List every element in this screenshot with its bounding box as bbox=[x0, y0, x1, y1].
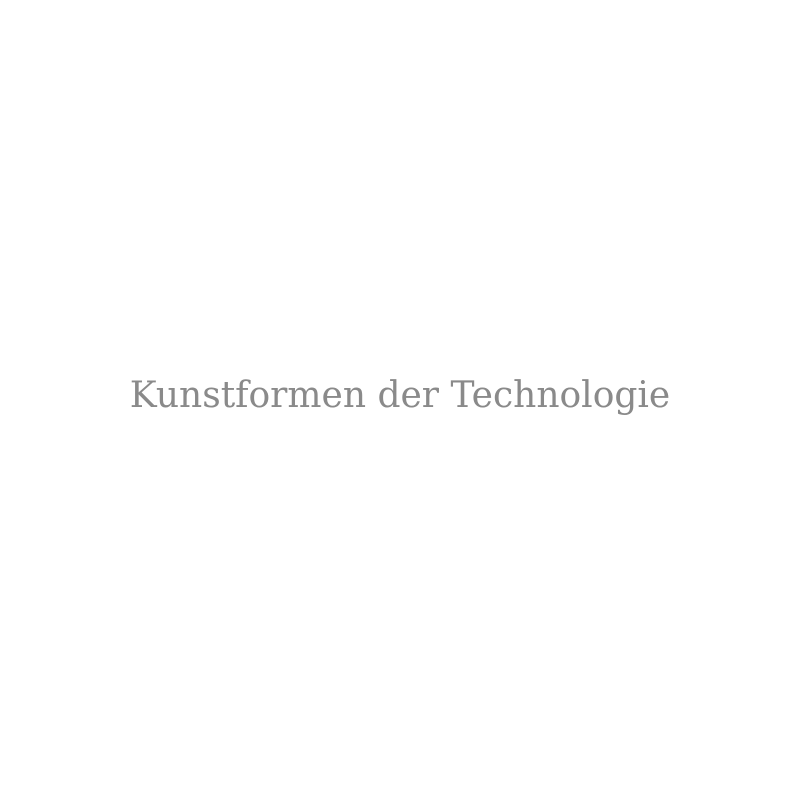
page-title: Kunstformen der Technologie bbox=[129, 375, 671, 416]
blank-canvas: Kunstformen der Technologie bbox=[0, 0, 800, 800]
